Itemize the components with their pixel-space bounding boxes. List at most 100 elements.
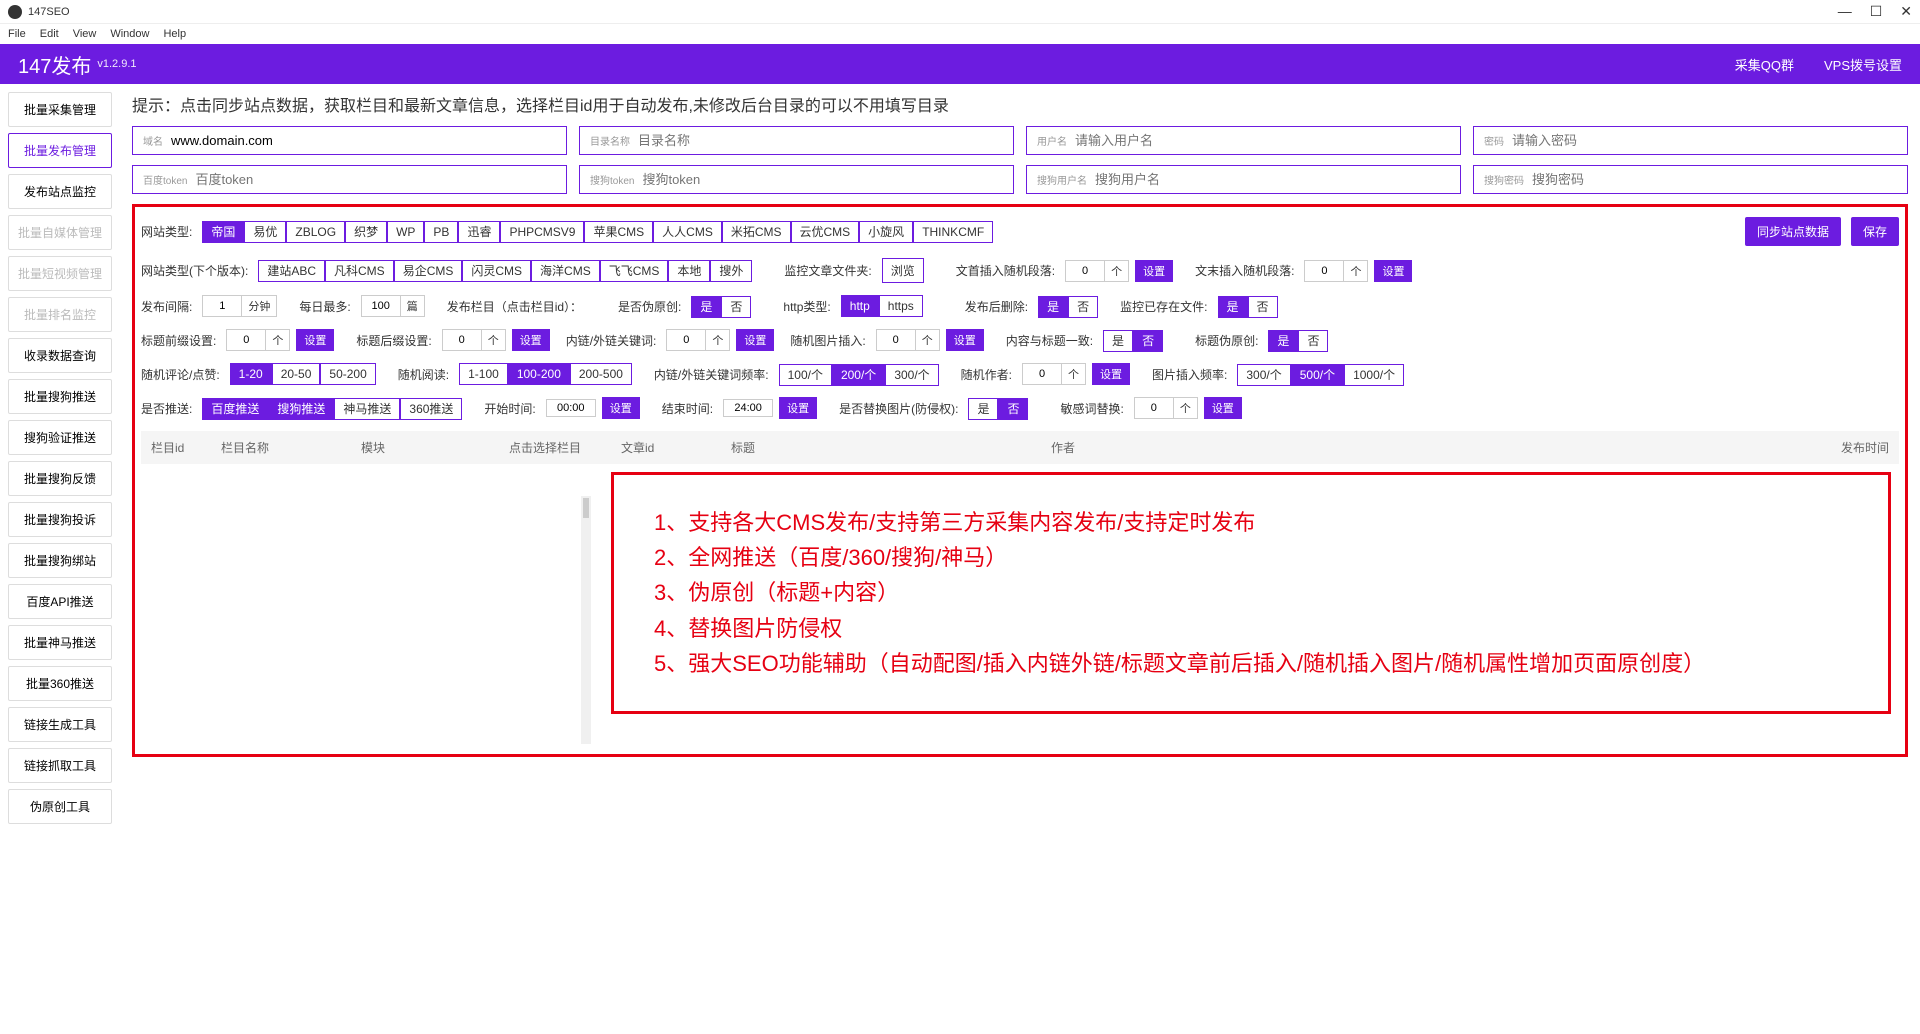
sidebar-item-2[interactable]: 发布站点监控 [8, 174, 112, 209]
option-神马推送[interactable]: 神马推送 [334, 398, 400, 420]
option-1000/个[interactable]: 1000/个 [1344, 364, 1404, 386]
option-易优[interactable]: 易优 [244, 221, 286, 243]
sidebar-item-4[interactable]: 批量短视频管理 [8, 256, 112, 291]
menu-help[interactable]: Help [163, 28, 186, 40]
option-小旋风[interactable]: 小旋风 [859, 221, 913, 243]
sidebar-item-11[interactable]: 批量搜狗绑站 [8, 543, 112, 578]
option-织梦[interactable]: 织梦 [345, 221, 387, 243]
link-keywords-set[interactable]: 设置 [736, 329, 774, 351]
option-否[interactable]: 否 [1298, 330, 1328, 352]
option-PB[interactable]: PB [424, 221, 458, 243]
insert-before-set[interactable]: 设置 [1135, 260, 1173, 282]
option-1-100[interactable]: 1-100 [459, 363, 508, 385]
sidebar-item-15[interactable]: 链接生成工具 [8, 707, 112, 742]
option-闪灵CMS[interactable]: 闪灵CMS [462, 260, 531, 282]
option-帝国[interactable]: 帝国 [202, 221, 244, 243]
title-prefix-input[interactable] [226, 329, 266, 351]
title-prefix-set[interactable]: 设置 [296, 329, 334, 351]
end-time-input[interactable] [723, 399, 773, 417]
option-http[interactable]: http [841, 295, 879, 317]
sidebar-item-12[interactable]: 百度API推送 [8, 584, 112, 619]
sidebar-item-10[interactable]: 批量搜狗投诉 [8, 502, 112, 537]
menu-file[interactable]: File [8, 28, 26, 40]
insert-after-set[interactable]: 设置 [1374, 260, 1412, 282]
option-飞飞CMS[interactable]: 飞飞CMS [600, 260, 669, 282]
option-WP[interactable]: WP [387, 221, 424, 243]
option-1-20[interactable]: 1-20 [230, 363, 272, 385]
option-米拓CMS[interactable]: 米拓CMS [722, 221, 791, 243]
option-凡科CMS[interactable]: 凡科CMS [325, 260, 394, 282]
option-云优CMS[interactable]: 云优CMS [791, 221, 860, 243]
option-否[interactable]: 否 [721, 296, 751, 318]
menu-view[interactable]: View [73, 28, 97, 40]
sidebar-item-9[interactable]: 批量搜狗反馈 [8, 461, 112, 496]
option-苹果CMS[interactable]: 苹果CMS [584, 221, 653, 243]
text-input[interactable] [171, 133, 556, 148]
option-是[interactable]: 是 [1218, 296, 1248, 318]
scrollbar[interactable] [581, 496, 591, 744]
sensitive-set[interactable]: 设置 [1204, 397, 1242, 419]
sidebar-item-13[interactable]: 批量神马推送 [8, 625, 112, 660]
sidebar-item-7[interactable]: 批量搜狗推送 [8, 379, 112, 414]
sidebar-item-5[interactable]: 批量排名监控 [8, 297, 112, 332]
save-button[interactable]: 保存 [1851, 217, 1899, 246]
option-THINKCMF[interactable]: THINKCMF [913, 221, 993, 243]
sidebar-item-3[interactable]: 批量自媒体管理 [8, 215, 112, 250]
option-否[interactable]: 否 [998, 398, 1028, 420]
menu-window[interactable]: Window [110, 28, 149, 40]
text-input[interactable] [195, 172, 556, 187]
link-keywords-input[interactable] [666, 329, 706, 351]
option-100-200[interactable]: 100-200 [508, 363, 570, 385]
menu-edit[interactable]: Edit [40, 28, 59, 40]
sidebar-item-16[interactable]: 链接抓取工具 [8, 748, 112, 783]
title-suffix-input[interactable] [442, 329, 482, 351]
link-vps-dial[interactable]: VPS拨号设置 [1824, 55, 1902, 74]
option-人人CMS[interactable]: 人人CMS [653, 221, 722, 243]
option-建站ABC[interactable]: 建站ABC [258, 260, 325, 282]
option-搜外[interactable]: 搜外 [710, 260, 752, 282]
option-300/个[interactable]: 300/个 [885, 364, 938, 386]
option-是[interactable]: 是 [691, 296, 721, 318]
option-100/个[interactable]: 100/个 [779, 364, 832, 386]
sensitive-input[interactable] [1134, 397, 1174, 419]
option-否[interactable]: 否 [1248, 296, 1278, 318]
text-input[interactable] [638, 133, 1003, 148]
option-是[interactable]: 是 [1038, 296, 1068, 318]
text-input[interactable] [1075, 133, 1450, 148]
option-搜狗推送[interactable]: 搜狗推送 [268, 398, 334, 420]
option-海洋CMS[interactable]: 海洋CMS [531, 260, 600, 282]
text-input[interactable] [642, 172, 1003, 187]
link-qq-group[interactable]: 采集QQ群 [1735, 55, 1794, 74]
insert-before-input[interactable] [1065, 260, 1105, 282]
end-time-set[interactable]: 设置 [779, 397, 817, 419]
start-time-input[interactable] [546, 399, 596, 417]
random-author-set[interactable]: 设置 [1092, 363, 1130, 385]
minimize-icon[interactable]: — [1838, 3, 1852, 20]
sidebar-item-6[interactable]: 收录数据查询 [8, 338, 112, 373]
option-否[interactable]: 否 [1133, 330, 1163, 352]
option-200/个[interactable]: 200/个 [832, 364, 885, 386]
option-PHPCMSV9[interactable]: PHPCMSV9 [500, 221, 584, 243]
option-易企CMS[interactable]: 易企CMS [394, 260, 463, 282]
option-迅睿[interactable]: 迅睿 [458, 221, 500, 243]
random-img-input[interactable] [876, 329, 916, 351]
daily-max-input[interactable] [361, 295, 401, 317]
text-input[interactable] [1532, 172, 1897, 187]
text-input[interactable] [1512, 133, 1897, 148]
random-author-input[interactable] [1022, 363, 1062, 385]
option-200-500[interactable]: 200-500 [570, 363, 632, 385]
sidebar-item-1[interactable]: 批量发布管理 [8, 133, 112, 168]
insert-after-input[interactable] [1304, 260, 1344, 282]
start-time-set[interactable]: 设置 [602, 397, 640, 419]
text-input[interactable] [1095, 172, 1450, 187]
option-否[interactable]: 否 [1068, 296, 1098, 318]
option-500/个[interactable]: 500/个 [1291, 364, 1344, 386]
title-suffix-set[interactable]: 设置 [512, 329, 550, 351]
option-是[interactable]: 是 [1103, 330, 1133, 352]
option-百度推送[interactable]: 百度推送 [202, 398, 268, 420]
sidebar-item-14[interactable]: 批量360推送 [8, 666, 112, 701]
option-50-200[interactable]: 50-200 [320, 363, 375, 385]
sidebar-item-17[interactable]: 伪原创工具 [8, 789, 112, 824]
interval-input[interactable] [202, 295, 242, 317]
option-ZBLOG[interactable]: ZBLOG [286, 221, 345, 243]
